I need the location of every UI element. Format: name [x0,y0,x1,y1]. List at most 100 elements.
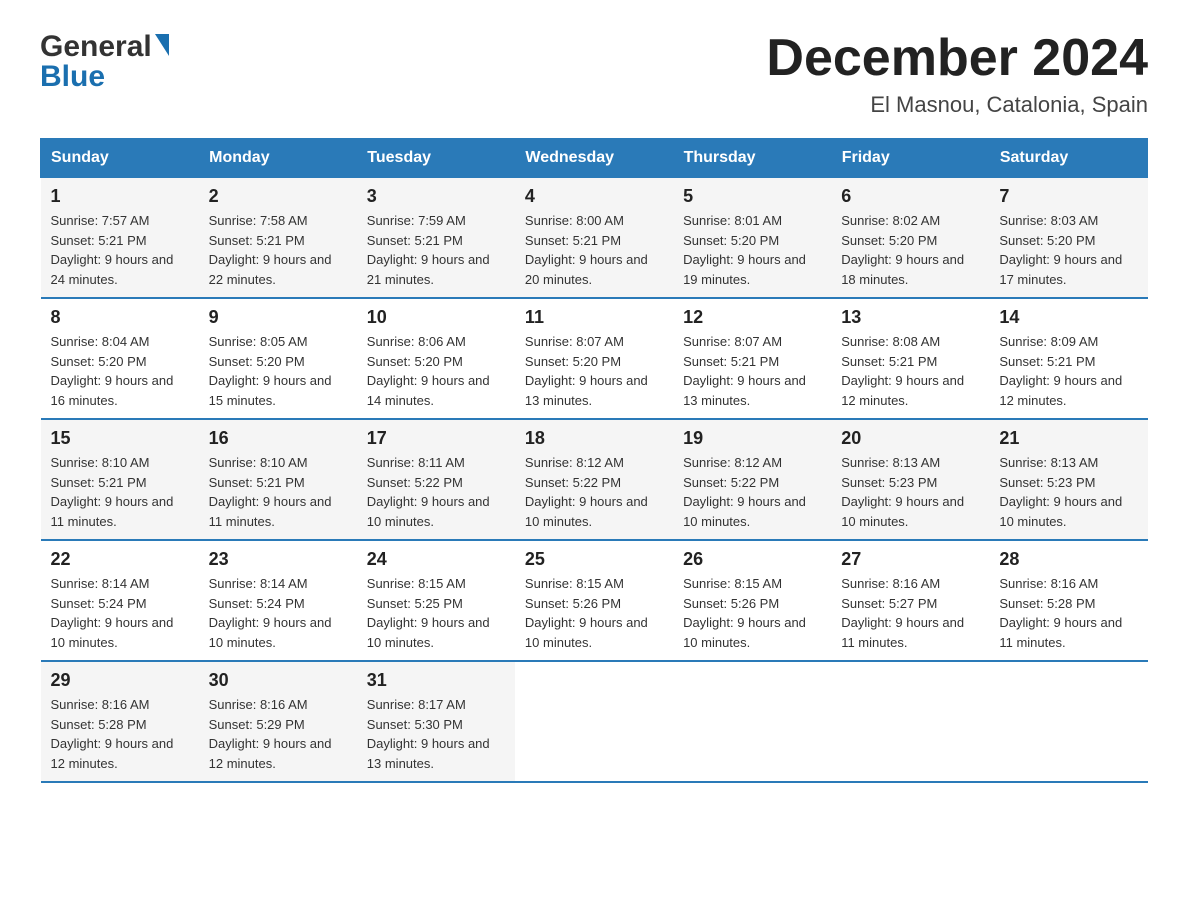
logo-general: General [40,30,152,64]
day-info: Sunrise: 7:58 AMSunset: 5:21 PMDaylight:… [209,211,347,289]
calendar-cell: 23 Sunrise: 8:14 AMSunset: 5:24 PMDaylig… [199,540,357,661]
calendar-cell: 27 Sunrise: 8:16 AMSunset: 5:27 PMDaylig… [831,540,989,661]
day-info: Sunrise: 8:15 AMSunset: 5:26 PMDaylight:… [683,574,821,652]
day-info: Sunrise: 8:16 AMSunset: 5:29 PMDaylight:… [209,695,347,773]
day-number: 7 [999,186,1137,207]
calendar-cell: 3 Sunrise: 7:59 AMSunset: 5:21 PMDayligh… [357,178,515,299]
day-number: 31 [367,670,505,691]
logo: General Blue [40,30,169,94]
day-number: 23 [209,549,347,570]
day-info: Sunrise: 8:04 AMSunset: 5:20 PMDaylight:… [51,332,189,410]
calendar-cell: 22 Sunrise: 8:14 AMSunset: 5:24 PMDaylig… [41,540,199,661]
day-number: 13 [841,307,979,328]
day-number: 9 [209,307,347,328]
calendar-cell: 12 Sunrise: 8:07 AMSunset: 5:21 PMDaylig… [673,298,831,419]
day-info: Sunrise: 8:08 AMSunset: 5:21 PMDaylight:… [841,332,979,410]
day-number: 4 [525,186,663,207]
day-number: 3 [367,186,505,207]
col-saturday: Saturday [989,139,1147,178]
day-info: Sunrise: 8:15 AMSunset: 5:26 PMDaylight:… [525,574,663,652]
day-number: 5 [683,186,821,207]
day-info: Sunrise: 8:05 AMSunset: 5:20 PMDaylight:… [209,332,347,410]
day-info: Sunrise: 8:14 AMSunset: 5:24 PMDaylight:… [51,574,189,652]
day-info: Sunrise: 8:15 AMSunset: 5:25 PMDaylight:… [367,574,505,652]
calendar-body: 1 Sunrise: 7:57 AMSunset: 5:21 PMDayligh… [41,178,1148,783]
logo-arrow-icon [155,34,169,56]
day-info: Sunrise: 7:59 AMSunset: 5:21 PMDaylight:… [367,211,505,289]
day-number: 10 [367,307,505,328]
calendar-cell [673,661,831,782]
day-info: Sunrise: 8:11 AMSunset: 5:22 PMDaylight:… [367,453,505,531]
day-info: Sunrise: 8:10 AMSunset: 5:21 PMDaylight:… [209,453,347,531]
calendar-cell: 19 Sunrise: 8:12 AMSunset: 5:22 PMDaylig… [673,419,831,540]
day-number: 26 [683,549,821,570]
month-title: December 2024 [766,30,1148,87]
calendar-cell: 18 Sunrise: 8:12 AMSunset: 5:22 PMDaylig… [515,419,673,540]
day-info: Sunrise: 8:16 AMSunset: 5:27 PMDaylight:… [841,574,979,652]
calendar-cell: 4 Sunrise: 8:00 AMSunset: 5:21 PMDayligh… [515,178,673,299]
logo-blue: Blue [40,60,105,94]
day-number: 20 [841,428,979,449]
calendar-cell: 24 Sunrise: 8:15 AMSunset: 5:25 PMDaylig… [357,540,515,661]
day-number: 29 [51,670,189,691]
calendar-cell: 30 Sunrise: 8:16 AMSunset: 5:29 PMDaylig… [199,661,357,782]
day-info: Sunrise: 8:01 AMSunset: 5:20 PMDaylight:… [683,211,821,289]
calendar-cell: 29 Sunrise: 8:16 AMSunset: 5:28 PMDaylig… [41,661,199,782]
calendar-cell: 16 Sunrise: 8:10 AMSunset: 5:21 PMDaylig… [199,419,357,540]
location-subtitle: El Masnou, Catalonia, Spain [766,92,1148,118]
col-friday: Friday [831,139,989,178]
day-info: Sunrise: 8:10 AMSunset: 5:21 PMDaylight:… [51,453,189,531]
day-info: Sunrise: 8:12 AMSunset: 5:22 PMDaylight:… [683,453,821,531]
calendar-week-row: 8 Sunrise: 8:04 AMSunset: 5:20 PMDayligh… [41,298,1148,419]
day-number: 24 [367,549,505,570]
day-info: Sunrise: 7:57 AMSunset: 5:21 PMDaylight:… [51,211,189,289]
day-info: Sunrise: 8:06 AMSunset: 5:20 PMDaylight:… [367,332,505,410]
header-row: Sunday Monday Tuesday Wednesday Thursday… [41,139,1148,178]
day-number: 22 [51,549,189,570]
calendar-cell [989,661,1147,782]
day-number: 30 [209,670,347,691]
calendar-cell: 10 Sunrise: 8:06 AMSunset: 5:20 PMDaylig… [357,298,515,419]
day-number: 21 [999,428,1137,449]
day-info: Sunrise: 8:13 AMSunset: 5:23 PMDaylight:… [841,453,979,531]
day-number: 17 [367,428,505,449]
calendar-cell: 14 Sunrise: 8:09 AMSunset: 5:21 PMDaylig… [989,298,1147,419]
day-number: 18 [525,428,663,449]
day-info: Sunrise: 8:17 AMSunset: 5:30 PMDaylight:… [367,695,505,773]
col-tuesday: Tuesday [357,139,515,178]
calendar-cell: 11 Sunrise: 8:07 AMSunset: 5:20 PMDaylig… [515,298,673,419]
day-info: Sunrise: 8:00 AMSunset: 5:21 PMDaylight:… [525,211,663,289]
col-thursday: Thursday [673,139,831,178]
calendar-cell [515,661,673,782]
calendar-cell: 1 Sunrise: 7:57 AMSunset: 5:21 PMDayligh… [41,178,199,299]
calendar-cell: 8 Sunrise: 8:04 AMSunset: 5:20 PMDayligh… [41,298,199,419]
calendar-header: Sunday Monday Tuesday Wednesday Thursday… [41,139,1148,178]
col-monday: Monday [199,139,357,178]
day-info: Sunrise: 8:13 AMSunset: 5:23 PMDaylight:… [999,453,1137,531]
day-number: 25 [525,549,663,570]
calendar-week-row: 15 Sunrise: 8:10 AMSunset: 5:21 PMDaylig… [41,419,1148,540]
day-number: 1 [51,186,189,207]
day-info: Sunrise: 8:07 AMSunset: 5:20 PMDaylight:… [525,332,663,410]
day-number: 11 [525,307,663,328]
calendar-cell: 6 Sunrise: 8:02 AMSunset: 5:20 PMDayligh… [831,178,989,299]
calendar-cell: 7 Sunrise: 8:03 AMSunset: 5:20 PMDayligh… [989,178,1147,299]
day-info: Sunrise: 8:09 AMSunset: 5:21 PMDaylight:… [999,332,1137,410]
calendar-cell: 5 Sunrise: 8:01 AMSunset: 5:20 PMDayligh… [673,178,831,299]
day-info: Sunrise: 8:02 AMSunset: 5:20 PMDaylight:… [841,211,979,289]
col-sunday: Sunday [41,139,199,178]
calendar-cell: 28 Sunrise: 8:16 AMSunset: 5:28 PMDaylig… [989,540,1147,661]
calendar-cell: 20 Sunrise: 8:13 AMSunset: 5:23 PMDaylig… [831,419,989,540]
calendar-cell: 9 Sunrise: 8:05 AMSunset: 5:20 PMDayligh… [199,298,357,419]
calendar-cell: 21 Sunrise: 8:13 AMSunset: 5:23 PMDaylig… [989,419,1147,540]
col-wednesday: Wednesday [515,139,673,178]
day-number: 19 [683,428,821,449]
day-info: Sunrise: 8:14 AMSunset: 5:24 PMDaylight:… [209,574,347,652]
calendar-cell: 2 Sunrise: 7:58 AMSunset: 5:21 PMDayligh… [199,178,357,299]
calendar-cell: 17 Sunrise: 8:11 AMSunset: 5:22 PMDaylig… [357,419,515,540]
calendar-cell: 15 Sunrise: 8:10 AMSunset: 5:21 PMDaylig… [41,419,199,540]
calendar-cell [831,661,989,782]
day-info: Sunrise: 8:07 AMSunset: 5:21 PMDaylight:… [683,332,821,410]
day-number: 16 [209,428,347,449]
day-number: 28 [999,549,1137,570]
